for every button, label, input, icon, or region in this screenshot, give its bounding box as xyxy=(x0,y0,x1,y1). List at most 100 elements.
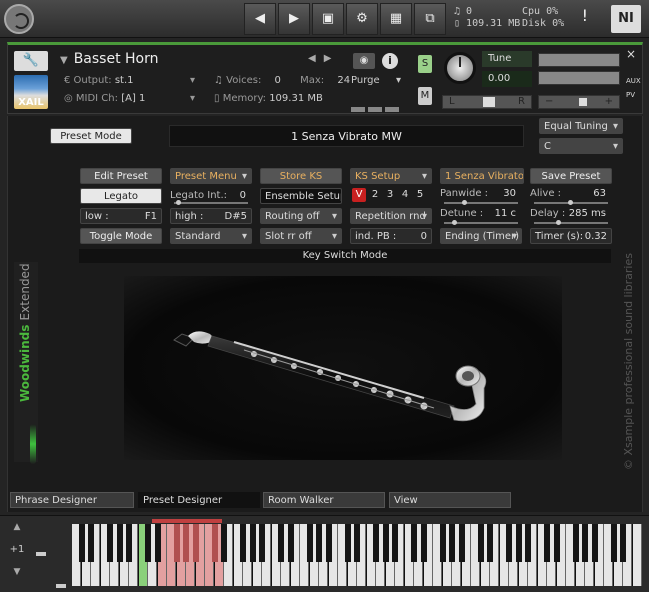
instrument-name[interactable]: ▼ Basset Horn xyxy=(60,51,346,71)
black-key[interactable] xyxy=(116,524,123,562)
piano-keyboard[interactable] xyxy=(72,524,642,586)
black-key[interactable] xyxy=(278,524,284,562)
midi-channel-selector[interactable]: ◎ MIDI Ch: [A] 1 ▾ xyxy=(64,93,195,104)
black-key[interactable] xyxy=(553,524,560,562)
legato-intensity-track[interactable] xyxy=(174,202,248,204)
save-disk-icon[interactable]: ▣ xyxy=(312,3,344,35)
save-preset-button[interactable]: Save Preset xyxy=(530,168,612,184)
key-dropdown[interactable]: C xyxy=(539,138,623,154)
tab-view[interactable]: View xyxy=(389,492,511,508)
black-key[interactable] xyxy=(582,524,588,562)
tab-preset-designer[interactable]: Preset Designer xyxy=(138,492,260,508)
panwide-slider[interactable]: Panwide : 30 xyxy=(440,186,522,202)
black-key[interactable] xyxy=(420,524,427,562)
black-key[interactable] xyxy=(107,524,113,562)
black-key[interactable] xyxy=(154,524,161,562)
low-range-field[interactable]: low : F1 xyxy=(80,208,162,224)
aux-label[interactable]: AUX xyxy=(626,77,641,85)
pan-slider[interactable]: L R xyxy=(442,95,532,109)
solo-button[interactable]: S xyxy=(418,55,432,73)
pitch-wheel-indicator[interactable] xyxy=(36,552,46,556)
toggle-mode-button[interactable]: Toggle Mode xyxy=(80,228,162,244)
mod-wheel-indicator[interactable] xyxy=(56,584,66,588)
black-key[interactable] xyxy=(221,524,227,562)
black-key[interactable] xyxy=(88,524,94,562)
output-selector[interactable]: € Output: st.1 ▾ xyxy=(64,75,195,86)
black-key[interactable] xyxy=(78,524,85,562)
black-key[interactable] xyxy=(211,524,218,562)
tuning-dropdown[interactable]: Equal Tuning xyxy=(539,118,623,134)
black-key[interactable] xyxy=(525,524,531,562)
black-key[interactable] xyxy=(610,524,617,562)
black-key[interactable] xyxy=(126,524,132,562)
prev-arrow-button[interactable]: ◀ xyxy=(244,3,276,35)
ensemble-setup-button[interactable]: Ensemble Setup xyxy=(260,188,342,204)
panwide-knob[interactable] xyxy=(462,200,467,205)
octave-down-icon[interactable]: ▼ xyxy=(6,567,28,577)
slot-rr-dropdown[interactable]: Slot rr off xyxy=(260,228,342,244)
ks-slot-v-button[interactable]: V xyxy=(352,188,366,202)
black-key[interactable] xyxy=(439,524,446,562)
black-key[interactable] xyxy=(240,524,246,562)
black-key[interactable] xyxy=(173,524,180,562)
black-key[interactable] xyxy=(620,524,626,562)
snapshot-camera-icon[interactable]: ◉ xyxy=(353,53,375,69)
purge-menu[interactable]: Purge ▾ xyxy=(351,75,403,89)
ks-slot-3-button[interactable]: 3 xyxy=(383,188,397,202)
legato-intensity-knob[interactable] xyxy=(176,200,181,205)
black-key[interactable] xyxy=(354,524,360,562)
gear-icon[interactable]: ⚙ xyxy=(346,3,378,35)
store-ks-button[interactable]: Store KS xyxy=(260,168,342,184)
ks-slot-4-button[interactable]: 4 xyxy=(398,188,412,202)
black-key[interactable] xyxy=(382,524,389,562)
detune-knob[interactable] xyxy=(452,220,457,225)
black-key[interactable] xyxy=(249,524,256,562)
mute-button[interactable]: M xyxy=(418,87,432,105)
black-key[interactable] xyxy=(316,524,322,562)
instrument-nav-arrows[interactable]: ◀▶ xyxy=(308,53,339,64)
black-key[interactable] xyxy=(591,524,598,562)
timer-field[interactable]: Timer (s): 0.32 xyxy=(530,228,612,244)
tune-knob[interactable] xyxy=(444,52,476,84)
close-icon[interactable]: × xyxy=(626,47,636,61)
ending-dropdown[interactable]: Ending (Timer) xyxy=(440,228,522,244)
black-key[interactable] xyxy=(145,524,151,562)
black-key[interactable] xyxy=(487,524,493,562)
standard-dropdown[interactable]: Standard xyxy=(170,228,252,244)
black-key[interactable] xyxy=(506,524,512,562)
legato-button[interactable]: Legato xyxy=(80,188,162,204)
delay-track[interactable] xyxy=(534,222,608,224)
ks-slot-5-button[interactable]: 5 xyxy=(413,188,427,202)
black-key[interactable] xyxy=(449,524,455,562)
white-key[interactable] xyxy=(632,524,642,586)
black-key[interactable] xyxy=(325,524,332,562)
next-arrow-button[interactable]: ▶ xyxy=(278,3,310,35)
octave-shift[interactable]: ▲ +1 ▼ xyxy=(6,522,28,586)
pv-label[interactable]: PV xyxy=(626,91,635,99)
high-range-field[interactable]: high : D#5 xyxy=(170,208,252,224)
black-key[interactable] xyxy=(515,524,522,562)
ks-slot-2-button[interactable]: 2 xyxy=(368,188,382,202)
panwide-track[interactable] xyxy=(444,202,518,204)
black-key[interactable] xyxy=(477,524,484,562)
tab-room-walker[interactable]: Room Walker xyxy=(263,492,385,508)
black-key[interactable] xyxy=(392,524,398,562)
kontakt-logo-icon[interactable] xyxy=(4,4,34,34)
black-key[interactable] xyxy=(373,524,379,562)
warning-icon[interactable]: ! xyxy=(580,8,590,24)
black-key[interactable] xyxy=(183,524,189,562)
wrench-icon[interactable]: 🔧 xyxy=(14,51,48,71)
black-key[interactable] xyxy=(544,524,550,562)
individual-pb-field[interactable]: ind. PB :0 xyxy=(350,228,432,244)
preset-menu-dropdown[interactable]: Preset Menu xyxy=(170,168,252,184)
tab-phrase-designer[interactable]: Phrase Designer xyxy=(10,492,134,508)
black-key[interactable] xyxy=(306,524,313,562)
repetition-dropdown[interactable]: Repetition rnd xyxy=(350,208,432,224)
key-switch-mode-bar[interactable]: Key Switch Mode xyxy=(79,249,611,263)
routing-dropdown[interactable]: Routing off xyxy=(260,208,342,224)
black-key[interactable] xyxy=(192,524,199,562)
black-key[interactable] xyxy=(259,524,265,562)
black-key[interactable] xyxy=(572,524,579,562)
minimize-view-icon[interactable]: ⧉ xyxy=(414,3,446,35)
info-icon[interactable]: i xyxy=(382,53,398,69)
